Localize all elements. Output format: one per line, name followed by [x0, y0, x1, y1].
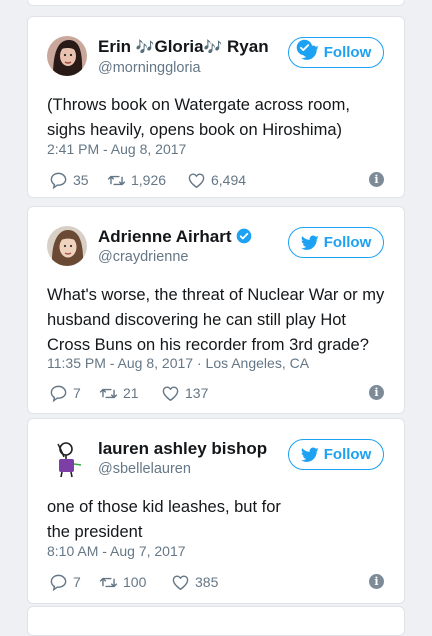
retweet-icon [99, 388, 118, 398]
display-name[interactable]: lauren ashley bishop [98, 439, 267, 459]
user-handle[interactable]: @morninggloria [98, 58, 269, 78]
reply-icon [50, 172, 67, 189]
tweet-actions: 35 1,926 6,494 i [49, 170, 384, 190]
avatar[interactable] [47, 36, 87, 76]
tweet-text: (Throws book on Watergate across room, s… [47, 96, 350, 139]
display-name-text: lauren ashley bishop [98, 439, 268, 458]
follow-label: Follow [323, 446, 372, 463]
user-handle[interactable]: @sbellelauren [98, 459, 267, 479]
display-name-text: Adrienne Airhart [98, 227, 232, 246]
tweet-card[interactable]: lauren ashley bishop @sbellelauren Follo… [27, 418, 405, 604]
display-name[interactable]: Adrienne Airhart [98, 227, 252, 247]
retweet-count: 1,926 [131, 172, 167, 188]
reply-count: 7 [73, 385, 81, 401]
retweet-icon [107, 175, 126, 185]
photo-avatar-icon [47, 226, 87, 266]
twitter-bird-icon [300, 447, 319, 462]
display-name-part: Gloria [154, 37, 204, 56]
retweet-action[interactable]: 1,926 [107, 171, 187, 190]
reply-count: 7 [73, 574, 81, 590]
tweet-actions: 7 21 137 i [49, 383, 384, 403]
heart-icon [172, 574, 189, 590]
reply-action[interactable]: 7 [49, 573, 99, 592]
display-name-part: Ryan [222, 37, 269, 56]
twitter-bird-icon [300, 235, 319, 250]
follow-button[interactable]: Follow [288, 439, 384, 470]
user-handle[interactable]: @craydrienne [98, 247, 252, 267]
tweet-card[interactable]: Erin 🎶Gloria🎶 Ryan @morninggloria Follow… [27, 16, 405, 198]
info-icon[interactable]: i [369, 172, 384, 187]
like-count: 385 [195, 574, 219, 590]
follow-button[interactable]: Follow [288, 227, 384, 258]
retweet-icon [99, 577, 118, 587]
retweet-count: 21 [123, 385, 139, 401]
avatar[interactable] [47, 226, 87, 266]
reply-icon [50, 385, 67, 402]
tweet-card[interactable]: Adrienne Airhart @craydrienne Follow Wha… [27, 206, 405, 414]
reply-action[interactable]: 7 [49, 384, 99, 403]
tweet-timestamp[interactable]: 2:41 PM - Aug 8, 2017 [47, 141, 186, 157]
like-action[interactable]: 137 [161, 384, 208, 403]
photo-avatar-icon [47, 36, 87, 76]
like-count: 6,494 [211, 172, 247, 188]
follow-label: Follow [323, 44, 372, 61]
drawn-figure-avatar-icon [47, 438, 87, 478]
reply-count: 35 [73, 172, 89, 188]
info-icon[interactable]: i [369, 385, 384, 400]
music-notes-icon: 🎶 [203, 39, 223, 56]
retweet-count: 100 [123, 574, 147, 590]
timestamp-text: 11:35 PM - Aug 8, 2017 [47, 355, 194, 371]
info-icon[interactable]: i [369, 574, 384, 589]
follow-label: Follow [323, 234, 372, 251]
reply-action[interactable]: 35 [49, 171, 107, 190]
display-name-part: Erin [98, 37, 136, 56]
like-action[interactable]: 385 [171, 573, 218, 592]
retweet-action[interactable]: 21 [99, 384, 161, 403]
verified-badge-icon [296, 39, 313, 56]
previous-tweet-card [27, 0, 405, 6]
tweet-timestamp[interactable]: 11:35 PM - Aug 8, 2017 · Los Angeles, CA [47, 355, 309, 371]
meta-separator: · [193, 355, 206, 371]
heart-icon [162, 385, 179, 401]
avatar[interactable] [47, 438, 87, 478]
tweet-text: one of those kid leashes, but for the pr… [47, 498, 281, 541]
heart-icon [188, 172, 205, 188]
tweet-timestamp[interactable]: 8:10 AM - Aug 7, 2017 [47, 543, 186, 559]
tweet-text: What's worse, the threat of Nuclear War … [47, 286, 385, 354]
timestamp-text: 8:10 AM - Aug 7, 2017 [47, 543, 186, 559]
timestamp-text: 2:41 PM - Aug 8, 2017 [47, 141, 187, 157]
tweet-actions: 7 100 385 i [49, 572, 384, 592]
retweet-action[interactable]: 100 [99, 573, 171, 592]
music-notes-icon: 🎶 [135, 39, 155, 56]
reply-icon [50, 574, 67, 591]
like-count: 137 [185, 385, 209, 401]
like-action[interactable]: 6,494 [187, 171, 246, 190]
next-tweet-card [27, 606, 405, 636]
tweet-location[interactable]: Los Angeles, CA [206, 355, 310, 371]
verified-badge-icon [236, 228, 252, 244]
display-name[interactable]: Erin 🎶Gloria🎶 Ryan [98, 37, 269, 58]
